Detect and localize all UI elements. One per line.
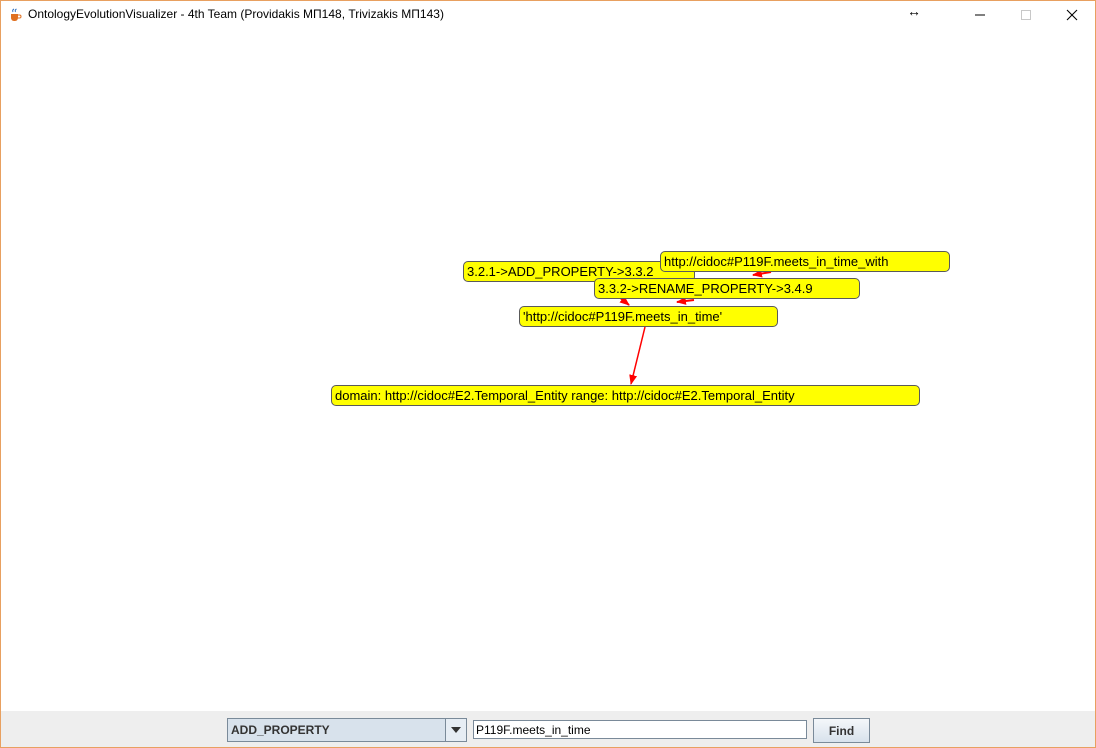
graph-edge xyxy=(629,326,646,385)
graph-edges xyxy=(617,269,772,385)
maximize-button[interactable] xyxy=(1003,1,1049,29)
graph-node[interactable]: http://cidoc#P119F.meets_in_time_with xyxy=(660,251,950,272)
graph-node[interactable]: 'http://cidoc#P119F.meets_in_time' xyxy=(519,306,778,327)
minimize-icon xyxy=(975,14,985,16)
resize-cursor-icon: ↔ xyxy=(907,3,921,19)
title-bar[interactable]: OntologyEvolutionVisualizer - 4th Team (… xyxy=(1,1,1095,29)
window-title: OntologyEvolutionVisualizer - 4th Team (… xyxy=(28,7,444,21)
graph-node[interactable]: domain: http://cidoc#E2.Temporal_Entity … xyxy=(331,385,920,406)
close-button[interactable] xyxy=(1049,1,1095,29)
bottom-toolbar: ADD_PROPERTY Find xyxy=(1,711,1095,747)
java-cup-icon xyxy=(7,6,23,22)
minimize-button[interactable] xyxy=(957,1,1003,29)
graph-edge xyxy=(752,269,772,278)
close-icon xyxy=(1066,9,1078,21)
find-button[interactable]: Find xyxy=(813,718,870,743)
graph-node[interactable]: 3.3.2->RENAME_PROPERTY->3.4.9 xyxy=(594,278,860,299)
dropdown-arrow-button[interactable] xyxy=(445,719,466,741)
graph-canvas[interactable]: 3.2.1->ADD_PROPERTY->3.3.2 http://cidoc#… xyxy=(1,29,1095,711)
graph-edge xyxy=(676,296,695,305)
application-window: OntologyEvolutionVisualizer - 4th Team (… xyxy=(0,0,1096,748)
change-type-dropdown[interactable]: ADD_PROPERTY xyxy=(227,718,467,742)
maximize-icon xyxy=(1021,10,1031,20)
chevron-down-icon xyxy=(451,727,461,733)
change-type-selected: ADD_PROPERTY xyxy=(231,723,330,737)
search-input[interactable] xyxy=(473,720,807,739)
